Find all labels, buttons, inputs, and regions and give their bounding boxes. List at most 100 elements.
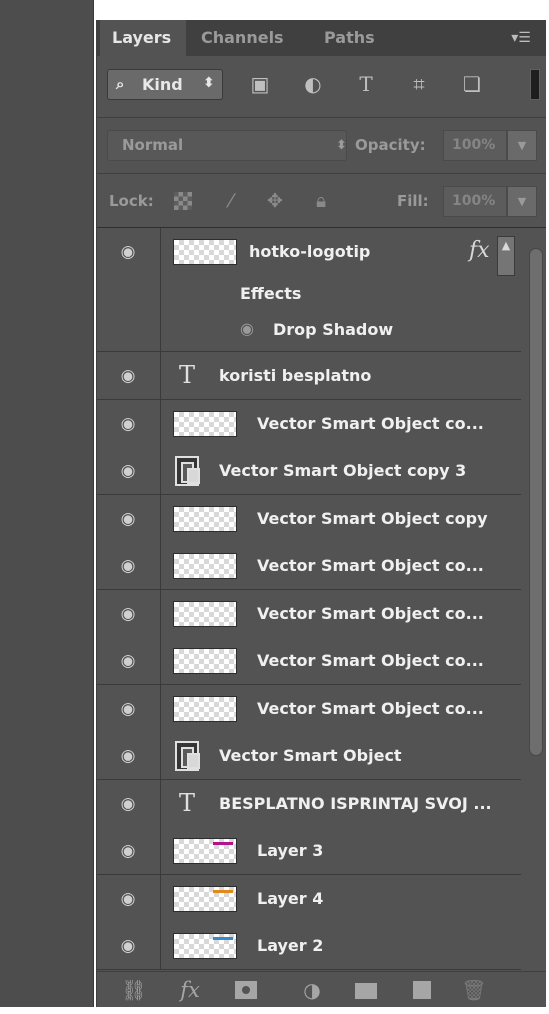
eye-icon[interactable]: ◉ <box>117 651 139 671</box>
shape-filter-icon[interactable]: ⌗ <box>407 72 431 96</box>
eye-icon[interactable]: ◉ <box>117 242 139 262</box>
lock-label: Lock: <box>109 192 154 210</box>
blend-mode-value: Normal <box>122 136 184 154</box>
opacity-dropdown-button[interactable]: ▼ <box>507 130 537 161</box>
eye-icon[interactable]: ◉ <box>117 509 139 529</box>
eye-icon[interactable]: ◉ <box>117 841 139 861</box>
layer-name: Vector Smart Object co... <box>257 651 484 670</box>
lock-move-icon[interactable]: ✥ <box>263 189 287 213</box>
adjustment-filter-icon[interactable]: ◐ <box>301 72 325 96</box>
lock-all-icon[interactable]: 🔒︎ <box>309 189 333 213</box>
visibility-cell[interactable]: ◉ <box>97 637 161 684</box>
layer-name: hotko-logotip <box>249 242 371 261</box>
visibility-cell[interactable]: ◉ <box>97 447 161 494</box>
group-folder-icon[interactable] <box>351 976 381 1004</box>
type-filter-icon[interactable]: T <box>354 72 378 96</box>
eye-icon[interactable]: ◉ <box>117 414 139 434</box>
visibility-cell[interactable]: ◉ <box>97 542 161 589</box>
filter-kind-label: Kind <box>142 75 183 94</box>
visibility-cell[interactable]: ◉ <box>97 922 161 969</box>
mask-icon[interactable] <box>231 976 261 1004</box>
collapse-effects-button[interactable]: ▲ <box>497 236 515 276</box>
visibility-cell[interactable]: ◉ <box>97 779 161 827</box>
fill-dropdown-button[interactable]: ▼ <box>507 186 537 217</box>
layer-row[interactable]: ◉ Layer 4 <box>97 874 521 923</box>
opacity-input[interactable]: 100% <box>443 130 507 161</box>
layers-scrollbar[interactable] <box>523 228 546 992</box>
adjustment-icon[interactable]: ◑ <box>297 976 327 1004</box>
layer-thumbnail <box>173 410 237 437</box>
visibility-cell[interactable]: ◉ <box>97 732 161 779</box>
layer-thumbnail <box>173 885 237 912</box>
filter-kind-select[interactable]: ⌕ Kind ⬍ <box>107 69 223 100</box>
layer-row[interactable]: ◉ Layer 2 <box>97 922 521 970</box>
link-icon[interactable]: ⛓ <box>119 976 149 1004</box>
eye-icon[interactable]: ◉ <box>117 556 139 576</box>
visibility-cell[interactable]: ◉ <box>97 874 161 922</box>
type-layer-icon: T <box>178 361 195 389</box>
layers-list: ◉ hotko-logotip fx ▲ Effects ◉ Drop Shad… <box>97 228 521 992</box>
lock-transparency-icon[interactable] <box>171 189 195 213</box>
layer-row[interactable]: ◉ Vector Smart Object co... <box>97 542 521 590</box>
visibility-cell[interactable]: ◉ <box>97 228 161 351</box>
eye-icon[interactable]: ◉ <box>117 936 139 956</box>
opacity-label: Opacity: <box>355 136 426 154</box>
layer-row[interactable]: ◉ hotko-logotip fx ▲ Effects ◉ Drop Shad… <box>97 228 521 352</box>
layer-name: Vector Smart Object <box>219 746 402 765</box>
fx-icon[interactable]: fx <box>469 238 490 263</box>
thumbnail-content-mark <box>213 937 233 940</box>
eye-icon[interactable]: ◉ <box>117 366 139 386</box>
tab-paths[interactable]: Paths <box>312 20 392 56</box>
eye-icon[interactable]: ◉ <box>117 794 139 814</box>
layer-thumbnail <box>173 695 237 722</box>
eye-icon[interactable]: ◉ <box>117 746 139 766</box>
blend-mode-select[interactable]: Normal ⬍ <box>107 130 347 161</box>
visibility-cell[interactable]: ◉ <box>97 399 161 447</box>
layers-footer-toolbar: ⛓ fx ◑ 🗑︎ <box>97 971 546 1007</box>
eye-icon[interactable]: ◉ <box>117 604 139 624</box>
trash-icon[interactable]: 🗑︎ <box>459 976 489 1004</box>
search-icon: ⌕ <box>116 75 125 93</box>
layer-row[interactable]: ◉ Layer 3 <box>97 827 521 875</box>
effects-label[interactable]: Effects <box>240 284 301 303</box>
layer-row[interactable]: ◉ Vector Smart Object <box>97 732 521 780</box>
left-dock <box>0 0 94 1007</box>
panel-menu-icon[interactable]: ▾☰ <box>507 28 535 48</box>
visibility-cell[interactable]: ◉ <box>97 684 161 732</box>
tab-channels[interactable]: Channels <box>189 20 309 56</box>
visibility-cell[interactable]: ◉ <box>97 352 161 399</box>
layer-row[interactable]: ◉ Vector Smart Object copy 3 <box>97 447 521 495</box>
layer-row[interactable]: ◉ Vector Smart Object co... <box>97 399 521 448</box>
eye-icon[interactable]: ◉ <box>240 319 254 338</box>
layer-name: Vector Smart Object copy 3 <box>219 461 467 480</box>
new-layer-icon[interactable] <box>407 976 437 1004</box>
layer-name: koristi besplatno <box>219 366 372 385</box>
window-bottom-edge <box>0 1007 549 1014</box>
fx-icon[interactable]: fx <box>175 976 205 1004</box>
visibility-cell[interactable]: ◉ <box>97 827 161 874</box>
layer-thumbnail <box>173 838 237 864</box>
visibility-cell[interactable]: ◉ <box>97 494 161 542</box>
scrollbar-thumb[interactable] <box>529 248 543 756</box>
lock-brush-icon[interactable]: ⁄ <box>219 189 243 213</box>
layer-name: BESPLATNO ISPRINTAJ SVOJ ... <box>219 793 492 813</box>
layer-row[interactable]: ◉ Vector Smart Object co... <box>97 589 521 638</box>
smart-object-filter-icon[interactable]: ❏ <box>460 72 484 96</box>
eye-icon[interactable]: ◉ <box>117 889 139 909</box>
visibility-cell[interactable]: ◉ <box>97 589 161 637</box>
effect-drop-shadow[interactable]: Drop Shadow <box>273 320 393 339</box>
image-filter-icon[interactable]: ▣ <box>248 72 272 96</box>
eye-icon[interactable]: ◉ <box>117 699 139 719</box>
layer-row[interactable]: ◉ Vector Smart Object co... <box>97 637 521 685</box>
lock-row: Lock: ⁄ ✥ 🔒︎ Fill: 100% ▼ <box>97 174 546 228</box>
layer-row[interactable]: ◉ Tkoristi besplatno <box>97 352 521 400</box>
tab-layers[interactable]: Layers <box>100 20 186 56</box>
layer-thumbnail <box>173 648 237 674</box>
layer-row[interactable]: ◉ Vector Smart Object co... <box>97 684 521 733</box>
eye-icon[interactable]: ◉ <box>117 461 139 481</box>
filter-toggle-switch[interactable] <box>530 69 540 100</box>
type-layer-icon: T <box>178 788 195 817</box>
layer-row[interactable]: ◉ Vector Smart Object copy <box>97 494 521 543</box>
layer-row[interactable]: ◉ T BESPLATNO ISPRINTAJ SVOJ ... <box>97 779 521 828</box>
fill-input[interactable]: 100% <box>443 186 507 217</box>
